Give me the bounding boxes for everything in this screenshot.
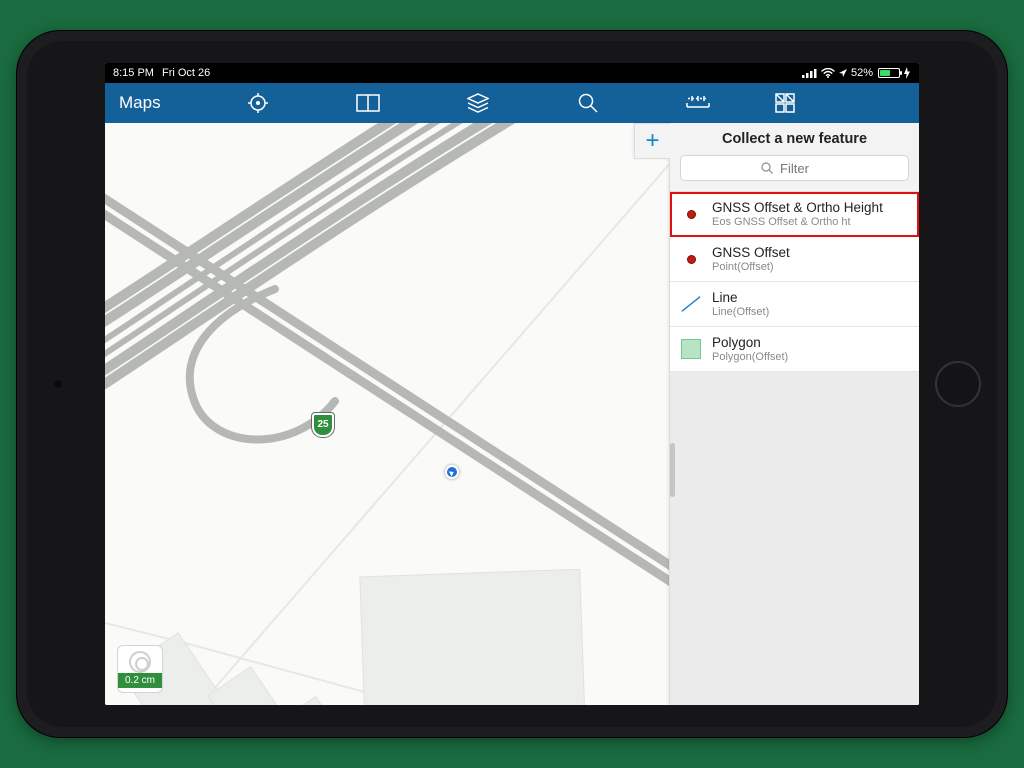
status-right: 52%	[802, 67, 911, 79]
feature-template-subtitle: Point(Offset)	[712, 261, 790, 273]
collect-feature-panel: + Collect a new feature GNSS Offset & Or…	[669, 123, 919, 705]
search-button[interactable]	[533, 83, 643, 123]
crosshair-icon	[248, 93, 268, 113]
accuracy-value: 0.2 cm	[118, 673, 162, 688]
feature-template-item[interactable]: GNSS OffsetPoint(Offset)	[670, 237, 919, 282]
add-feature-button[interactable]: +	[634, 123, 670, 159]
basemap-grid-icon	[775, 93, 795, 113]
point-symbol-icon	[680, 248, 702, 270]
bookmarks-button[interactable]	[313, 83, 423, 123]
signal-bars-icon	[802, 68, 818, 78]
feature-template-title: GNSS Offset & Ortho Height	[712, 200, 883, 215]
basemap-button[interactable]	[753, 83, 799, 123]
ipad-frame: 8:15 PM Fri Oct 26 52% Maps	[16, 30, 1008, 738]
battery-icon	[878, 68, 900, 78]
feature-template-item[interactable]: GNSS Offset & Ortho HeightEos GNSS Offse…	[670, 192, 919, 237]
layers-icon	[467, 93, 489, 113]
feature-template-title: GNSS Offset	[712, 245, 790, 260]
battery-percent: 52%	[851, 67, 873, 79]
layers-button[interactable]	[423, 83, 533, 123]
measure-icon	[685, 95, 711, 111]
search-icon	[578, 93, 598, 113]
ipad-inner-bezel: 8:15 PM Fri Oct 26 52% Maps	[27, 41, 997, 727]
measure-button[interactable]	[643, 83, 753, 123]
feature-template-subtitle: Eos GNSS Offset & Ortho ht	[712, 216, 883, 228]
point-symbol-icon	[680, 203, 702, 225]
feature-template-text: PolygonPolygon(Offset)	[712, 335, 788, 363]
feature-template-text: LineLine(Offset)	[712, 290, 769, 318]
ios-status-bar: 8:15 PM Fri Oct 26 52%	[105, 63, 919, 83]
feature-template-list: GNSS Offset & Ortho HeightEos GNSS Offse…	[670, 192, 919, 372]
panel-scrollbar[interactable]	[670, 443, 675, 497]
current-location-marker	[445, 465, 459, 479]
locate-button[interactable]	[203, 83, 313, 123]
feature-template-subtitle: Polygon(Offset)	[712, 351, 788, 363]
panel-title: Collect a new feature	[680, 131, 909, 147]
feature-template-item[interactable]: PolygonPolygon(Offset)	[670, 327, 919, 372]
feature-template-text: GNSS Offset & Ortho HeightEos GNSS Offse…	[712, 200, 883, 228]
status-time: 8:15 PM	[113, 67, 154, 79]
maps-back-button[interactable]: Maps	[113, 93, 203, 113]
accuracy-ring-icon	[129, 651, 151, 673]
feature-template-text: GNSS OffsetPoint(Offset)	[712, 245, 790, 273]
feature-template-item[interactable]: LineLine(Offset)	[670, 282, 919, 327]
polygon-symbol-icon	[680, 338, 702, 360]
app-toolbar: Maps	[105, 83, 919, 123]
wifi-icon	[821, 68, 835, 78]
line-symbol-icon	[680, 293, 702, 315]
feature-template-title: Polygon	[712, 335, 788, 350]
panel-header: Collect a new feature	[670, 123, 919, 192]
screen: 8:15 PM Fri Oct 26 52% Maps	[105, 63, 919, 705]
front-camera	[53, 379, 63, 389]
feature-template-title: Line	[712, 290, 769, 305]
bookmarks-icon	[356, 94, 380, 112]
charging-bolt-icon	[903, 67, 911, 79]
filter-search-icon	[761, 162, 773, 174]
route-shield: 25	[312, 413, 334, 437]
accuracy-badge[interactable]: 0.2 cm	[117, 645, 163, 693]
filter-input[interactable]	[680, 155, 909, 181]
home-button[interactable]	[935, 361, 981, 407]
feature-template-subtitle: Line(Offset)	[712, 306, 769, 318]
plus-icon: +	[645, 129, 659, 153]
location-arrow-icon	[838, 68, 848, 78]
status-date: Fri Oct 26	[162, 67, 210, 79]
